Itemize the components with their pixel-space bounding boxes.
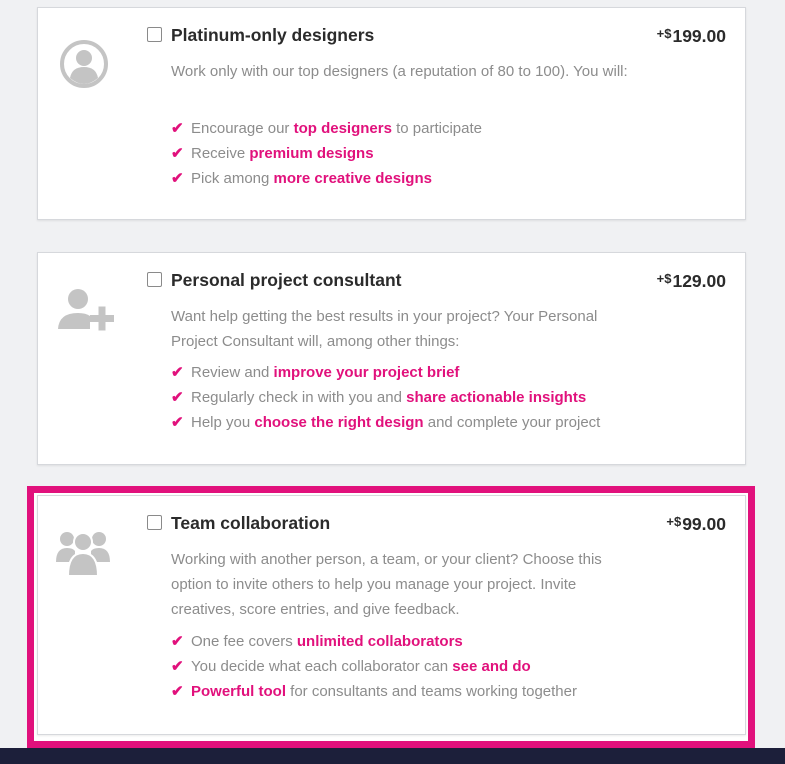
addon-card-consultant: Personal project consultant +$129.00 Wan… — [37, 252, 746, 465]
check-icon: ✔ — [171, 170, 184, 187]
addon-title: Team collaboration — [171, 513, 331, 533]
check-icon: ✔ — [171, 389, 184, 406]
check-icon: ✔ — [171, 633, 184, 650]
feature-list: ✔ Encourage our top designers to particip… — [171, 116, 482, 191]
feature-item: ✔ Review and improve your project brief — [171, 360, 600, 385]
feature-list: ✔ One fee covers unlimited collaborators … — [171, 629, 577, 704]
consultant-checkbox[interactable] — [147, 272, 162, 287]
feature-item: ✔ Encourage our top designers to particip… — [171, 116, 482, 141]
feature-item: ✔ Pick among more creative designs — [171, 166, 482, 191]
addon-title: Platinum-only designers — [171, 25, 375, 45]
add-user-icon — [58, 289, 114, 331]
check-icon: ✔ — [171, 658, 184, 675]
feature-item: ✔ Powerful tool for consultants and teams… — [171, 679, 577, 704]
addon-card-team: Team collaboration +$99.00 Working with … — [37, 495, 746, 735]
check-icon: ✔ — [171, 414, 184, 431]
feature-item: ✔ Help you choose the right design and co… — [171, 410, 600, 435]
addon-description: Want help getting the best results in yo… — [171, 308, 598, 350]
addon-price: +$129.00 — [656, 271, 726, 291]
team-checkbox[interactable] — [147, 515, 162, 530]
check-icon: ✔ — [171, 145, 184, 162]
addon-card-platinum: Platinum-only designers +$199.00 Work on… — [37, 7, 746, 220]
addon-price: +$99.00 — [666, 514, 726, 534]
addon-price: +$199.00 — [656, 26, 726, 46]
addon-description: Work only with our top designers (a repu… — [171, 63, 628, 80]
check-icon: ✔ — [171, 364, 184, 381]
feature-item: ✔ You decide what each collaborator can s… — [171, 654, 577, 679]
feature-item: ✔ Receive premium designs — [171, 141, 482, 166]
footer-bar — [0, 748, 785, 764]
check-icon: ✔ — [171, 120, 184, 137]
feature-item: ✔ One fee covers unlimited collaborators — [171, 629, 577, 654]
addon-title: Personal project consultant — [171, 270, 402, 290]
feature-item: ✔ Regularly check in with you and share a… — [171, 385, 600, 410]
check-icon: ✔ — [171, 683, 184, 700]
feature-list: ✔ Review and improve your project brief ✔… — [171, 360, 600, 435]
platinum-checkbox[interactable] — [147, 27, 162, 42]
addon-description: Working with another person, a team, or … — [171, 551, 602, 618]
team-icon — [56, 532, 110, 577]
avatar-icon — [60, 40, 108, 88]
